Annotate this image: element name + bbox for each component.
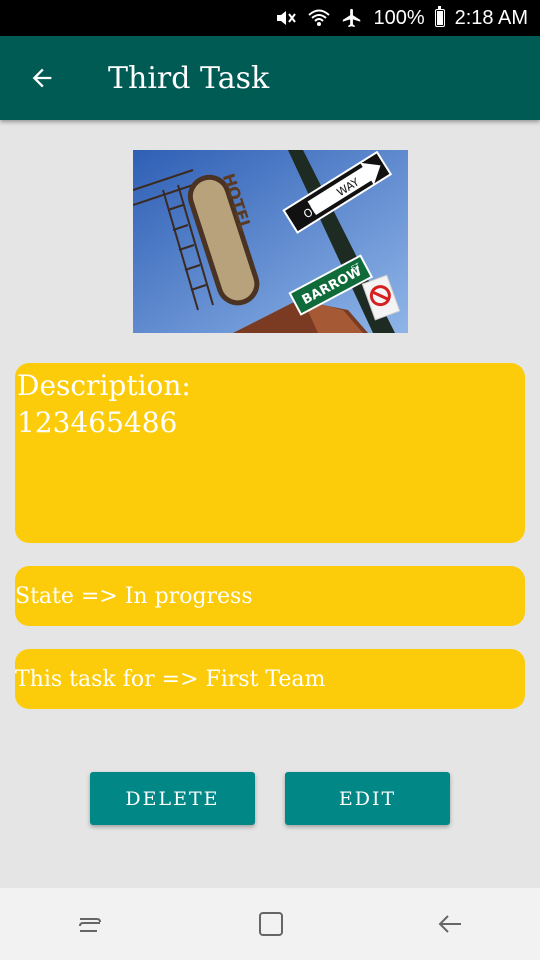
- battery-icon: [434, 6, 445, 27]
- delete-button[interactable]: DELETE: [90, 772, 255, 825]
- recent-apps-icon: [79, 918, 101, 932]
- clock: 2:18 AM: [454, 6, 528, 29]
- app-bar: Third Task: [0, 36, 540, 120]
- system-nav-bar: [0, 888, 540, 960]
- recent-apps-button[interactable]: [60, 894, 120, 954]
- team-card: This task for => First Team: [15, 649, 525, 709]
- home-icon: [259, 912, 283, 936]
- system-back-button[interactable]: [420, 894, 480, 954]
- status-bar: 100% 2:18 AM: [0, 0, 540, 36]
- description-value: 123465486: [17, 406, 178, 439]
- airplane-icon: [341, 7, 363, 29]
- arrow-back-icon: [32, 68, 52, 88]
- back-button[interactable]: [0, 36, 84, 120]
- task-image: HOTEL ONE WAY BARROW ST: [133, 150, 408, 333]
- description-card: Description: 123465486: [15, 363, 525, 543]
- home-button[interactable]: [240, 894, 300, 954]
- wifi-icon: [307, 8, 331, 28]
- team-text: This task for => First Team: [15, 666, 326, 692]
- battery-percent: 100%: [373, 6, 425, 29]
- mute-icon: [275, 8, 297, 28]
- state-card: State => In progress: [15, 566, 525, 626]
- back-icon: [438, 915, 461, 933]
- edit-button[interactable]: EDIT: [285, 772, 450, 825]
- state-text: State => In progress: [15, 583, 253, 609]
- page-title: Third Task: [108, 60, 270, 96]
- description-label: Description:: [17, 369, 191, 402]
